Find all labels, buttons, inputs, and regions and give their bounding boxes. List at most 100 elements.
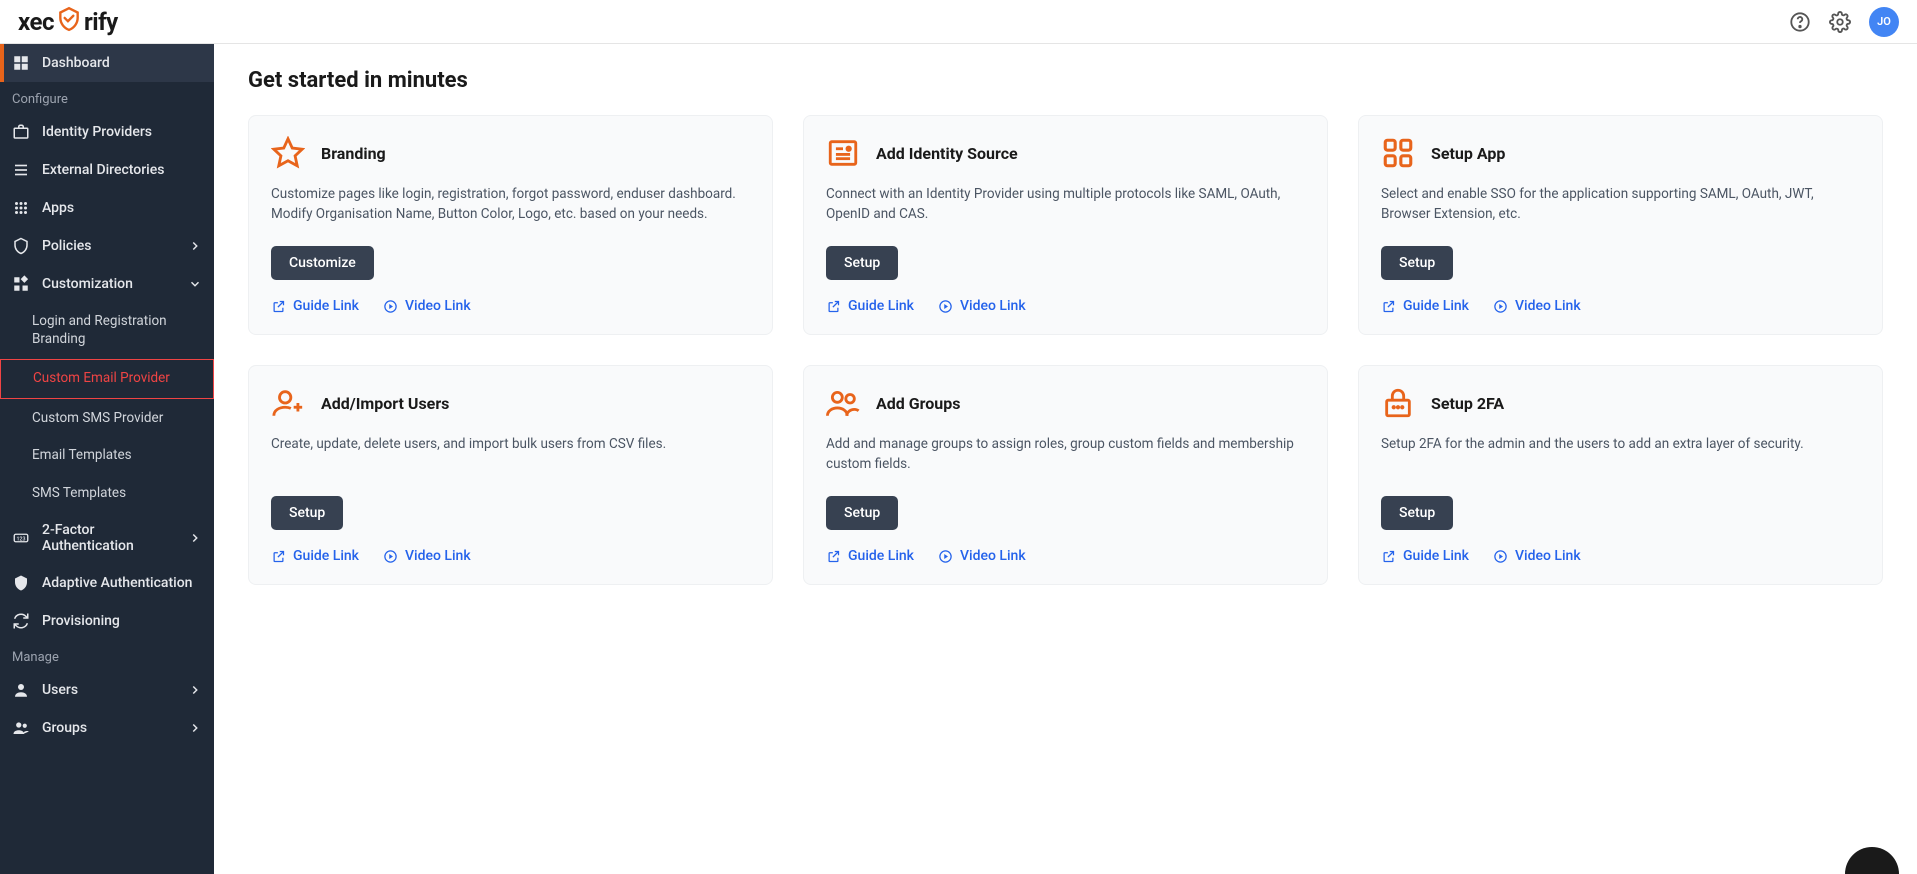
guide-link[interactable]: Guide Link [271,298,359,314]
guide-link[interactable]: Guide Link [826,548,914,564]
card-links: Guide Link Video Link [1381,548,1860,564]
user-avatar[interactable]: JO [1869,7,1899,37]
card-title: Branding [321,144,386,163]
external-link-icon [271,299,286,314]
brand-logo: xec rify [18,6,118,38]
card-title: Add Groups [876,394,960,413]
help-icon[interactable] [1789,11,1811,33]
guide-link[interactable]: Guide Link [271,548,359,564]
card-description: Select and enable SSO for the applicatio… [1381,184,1860,228]
guide-link[interactable]: Guide Link [1381,298,1469,314]
card-title: Setup 2FA [1431,394,1504,413]
external-link-icon [826,549,841,564]
card-description: Setup 2FA for the admin and the users to… [1381,434,1860,478]
page-title: Get started in minutes [248,68,1883,93]
play-circle-icon [383,549,398,564]
sidebar-item-dashboard[interactable]: Dashboard [0,44,214,82]
play-circle-icon [938,549,953,564]
video-link[interactable]: Video Link [938,548,1026,564]
card-action-button[interactable]: Setup [271,496,343,530]
guide-link[interactable]: Guide Link [826,298,914,314]
card-header: Setup App [1381,136,1860,170]
sidebar-sub-login-branding[interactable]: Login and Registration Branding [0,303,214,358]
card-add-groups: Add Groups Add and manage groups to assig… [803,365,1328,585]
sidebar-item-apps[interactable]: Apps [0,189,214,227]
card-header: Add Groups [826,386,1305,420]
card-action-button[interactable]: Setup [826,246,898,280]
card-links: Guide Link Video Link [826,548,1305,564]
card-action-button[interactable]: Setup [1381,496,1453,530]
card-description: Add and manage groups to assign roles, g… [826,434,1305,478]
sidebar-item-2fa[interactable]: 123 2-Factor Authentication [0,512,214,564]
svg-text:123: 123 [17,537,26,543]
video-link[interactable]: Video Link [1493,298,1581,314]
sidebar-sub-email-templates[interactable]: Email Templates [0,437,214,475]
chevron-down-icon [188,277,202,291]
video-link[interactable]: Video Link [383,298,471,314]
sidebar-label: Identity Providers [42,124,202,140]
user-icon [12,681,30,699]
video-link[interactable]: Video Link [383,548,471,564]
card-title: Add/Import Users [321,394,449,413]
chevron-right-icon [188,531,202,545]
chevron-right-icon [188,683,202,697]
sidebar-item-groups[interactable]: Groups [0,709,214,747]
card-action-button[interactable]: Customize [271,246,374,280]
external-link-icon [826,299,841,314]
card-grid: Branding Customize pages like login, regi… [248,115,1883,585]
sidebar-sub-custom-sms[interactable]: Custom SMS Provider [0,400,214,438]
card-action-button[interactable]: Setup [826,496,898,530]
card-links: Guide Link Video Link [1381,298,1860,314]
main-content: Get started in minutes Branding Customize… [214,44,1917,874]
shield-check-icon [12,237,30,255]
card-title: Setup App [1431,144,1505,163]
card-setup-2fa: Setup 2FA Setup 2FA for the admin and the… [1358,365,1883,585]
settings-icon[interactable] [1829,11,1851,33]
card-icon [826,136,860,170]
card-action-button[interactable]: Setup [1381,246,1453,280]
sidebar-item-adaptive-auth[interactable]: Adaptive Authentication [0,564,214,602]
sidebar-label: Apps [42,200,202,216]
card-icon [271,136,305,170]
card-description: Customize pages like login, registration… [271,184,750,228]
play-circle-icon [1493,549,1508,564]
guide-link[interactable]: Guide Link [1381,548,1469,564]
dashboard-icon [12,54,30,72]
sidebar-sub-sms-templates[interactable]: SMS Templates [0,475,214,513]
sidebar-label: Dashboard [42,55,202,71]
sidebar-label: Groups [42,720,176,736]
sidebar-item-external-directories[interactable]: External Directories [0,151,214,189]
chevron-right-icon [188,721,202,735]
card-links: Guide Link Video Link [271,298,750,314]
sidebar-item-policies[interactable]: Policies [0,227,214,265]
card-header: Setup 2FA [1381,386,1860,420]
sidebar-item-identity-providers[interactable]: Identity Providers [0,113,214,151]
card-header: Add Identity Source [826,136,1305,170]
pin-icon: 123 [12,529,30,547]
sidebar-sub-custom-email[interactable]: Custom Email Provider [0,359,214,399]
sidebar-label: 2-Factor Authentication [42,522,176,554]
sidebar-item-customization[interactable]: Customization [0,265,214,303]
video-link[interactable]: Video Link [1493,548,1581,564]
video-link[interactable]: Video Link [938,298,1026,314]
play-circle-icon [383,299,398,314]
list-icon [12,161,30,179]
external-link-icon [271,549,286,564]
card-setup-app: Setup App Select and enable SSO for the a… [1358,115,1883,335]
sidebar-label: External Directories [42,162,202,178]
widgets-icon [12,275,30,293]
sidebar-label: Adaptive Authentication [42,575,202,591]
card-icon [1381,386,1415,420]
shield-icon [56,6,82,38]
external-link-icon [1381,549,1396,564]
sidebar-label: Provisioning [42,613,202,629]
sidebar-label: Policies [42,238,176,254]
play-circle-icon [1493,299,1508,314]
header-actions: JO [1789,7,1899,37]
grid-icon [12,199,30,217]
sidebar-item-users[interactable]: Users [0,671,214,709]
sidebar-section-manage: Manage [0,640,214,671]
sync-icon [12,612,30,630]
sidebar-item-provisioning[interactable]: Provisioning [0,602,214,640]
card-description: Connect with an Identity Provider using … [826,184,1305,228]
